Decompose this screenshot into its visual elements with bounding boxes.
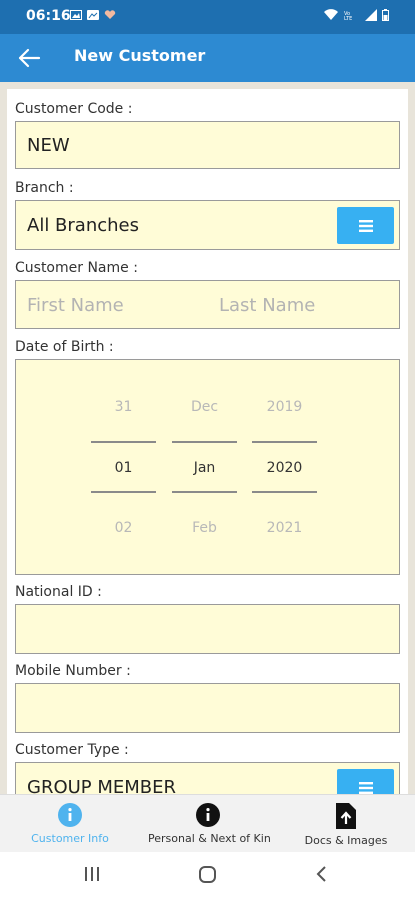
day-selected[interactable]: 01 xyxy=(91,460,156,476)
customer-code-value: NEW xyxy=(27,135,70,156)
mobile-number-label: Mobile Number : xyxy=(15,663,131,679)
form-panel: Customer Code : NEW Branch : All Branche… xyxy=(7,89,408,794)
back-button[interactable] xyxy=(14,44,44,72)
menu-icon xyxy=(358,219,373,232)
customer-code-field[interactable]: NEW xyxy=(15,121,400,169)
form-scroll-area[interactable]: Customer Code : NEW Branch : All Branche… xyxy=(0,82,415,794)
customer-type-menu-button[interactable] xyxy=(337,769,394,794)
mobile-number-input[interactable] xyxy=(15,683,400,733)
branch-value: All Branches xyxy=(27,215,139,236)
svg-text:LTE: LTE xyxy=(344,16,352,21)
month-divider-top xyxy=(172,441,237,443)
nav-personal-next-of-kin-label: Personal & Next of Kin xyxy=(148,832,271,845)
nav-customer-info[interactable]: Customer Info xyxy=(20,803,120,845)
national-id-label: National ID : xyxy=(15,584,102,600)
info-icon xyxy=(58,803,82,827)
customer-name-field: First Name Last Name xyxy=(15,280,400,329)
status-bar: 06:16 Vo LTE xyxy=(0,0,415,34)
customer-code-label: Customer Code : xyxy=(15,101,133,117)
month-next[interactable]: Feb xyxy=(172,520,237,536)
branch-menu-button[interactable] xyxy=(337,207,394,244)
page-title: New Customer xyxy=(74,46,206,65)
home-button[interactable] xyxy=(199,866,216,888)
month-prev[interactable]: Dec xyxy=(172,399,237,415)
nav-personal-next-of-kin[interactable]: Personal & Next of Kin xyxy=(148,803,271,845)
signal-icon xyxy=(365,9,377,21)
month-selected[interactable]: Jan xyxy=(172,460,237,476)
date-of-birth-picker[interactable]: 31 01 02 Dec Jan Feb 2019 2020 2021 xyxy=(15,359,400,575)
last-name-input[interactable]: Last Name xyxy=(219,295,315,316)
month-divider-bottom xyxy=(172,491,237,493)
status-system-icons: Vo LTE xyxy=(323,9,389,21)
recents-button[interactable] xyxy=(84,866,100,887)
customer-type-label: Customer Type : xyxy=(15,742,129,758)
day-divider-bottom xyxy=(91,491,156,493)
national-id-input[interactable] xyxy=(15,604,400,654)
battery-icon xyxy=(382,9,389,21)
status-notification-icons xyxy=(70,10,116,20)
upload-file-icon xyxy=(336,803,356,829)
customer-type-field[interactable]: GROUP MEMBER xyxy=(15,762,400,794)
gallery-notification-icon xyxy=(87,10,99,20)
back-system-button[interactable] xyxy=(316,866,328,887)
year-divider-bottom xyxy=(252,491,317,493)
year-selected[interactable]: 2020 xyxy=(252,460,317,476)
branch-field[interactable]: All Branches xyxy=(15,200,400,250)
nav-customer-info-label: Customer Info xyxy=(31,832,109,845)
date-of-birth-label: Date of Birth : xyxy=(15,339,114,355)
year-next[interactable]: 2021 xyxy=(252,520,317,536)
wifi-icon xyxy=(324,9,338,20)
menu-icon xyxy=(358,781,373,794)
app-bar: New Customer xyxy=(0,34,415,82)
year-prev[interactable]: 2019 xyxy=(252,399,317,415)
system-nav-bar xyxy=(0,852,415,900)
arrow-left-icon xyxy=(18,48,41,68)
heart-notification-icon xyxy=(104,10,116,19)
nav-docs-images-label: Docs & Images xyxy=(304,834,388,847)
branch-label: Branch : xyxy=(15,180,74,196)
customer-name-label: Customer Name : xyxy=(15,260,138,276)
chevron-left-icon xyxy=(316,866,326,882)
customer-type-value: GROUP MEMBER xyxy=(27,777,177,794)
home-icon xyxy=(199,866,216,883)
day-divider-top xyxy=(91,441,156,443)
info-icon xyxy=(196,803,220,827)
recents-icon xyxy=(85,867,99,881)
day-prev[interactable]: 31 xyxy=(91,399,156,415)
status-time: 06:16 xyxy=(26,8,71,24)
first-name-input[interactable]: First Name xyxy=(27,295,124,316)
volte-icon: VoLTE xyxy=(344,11,352,21)
day-next[interactable]: 02 xyxy=(91,520,156,536)
year-divider-top xyxy=(252,441,317,443)
bottom-nav: Customer Info Personal & Next of Kin Doc… xyxy=(0,794,415,852)
image-notification-icon xyxy=(70,10,82,20)
nav-docs-images[interactable]: Docs & Images xyxy=(300,803,392,847)
